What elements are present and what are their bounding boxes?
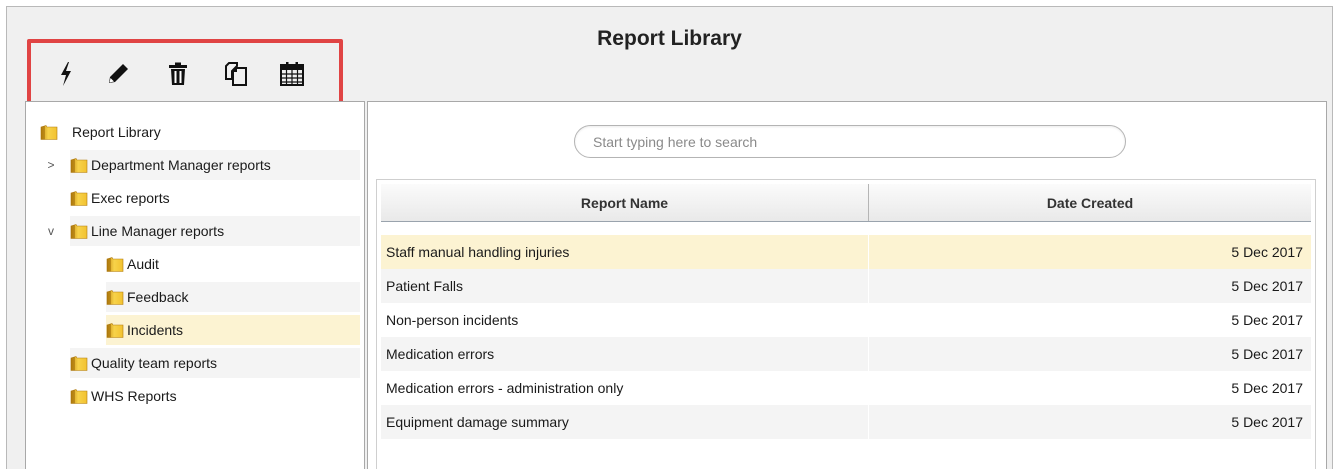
tree-item-label: Report Library [72,124,161,140]
tree-item-audit[interactable]: Audit [106,249,360,279]
tree-item-label: WHS Reports [91,388,177,404]
toolbar-highlight [27,39,343,105]
folder-icon [70,158,88,173]
tree-item-department-manager[interactable]: > Department Manager reports [47,150,360,180]
search-box [574,125,1126,158]
tree-item-label: Audit [127,256,159,272]
table-row[interactable]: Equipment damage summary 5 Dec 2017 [381,405,1311,439]
report-table: Report Name Date Created Staff manual ha… [376,179,1316,469]
report-list-pane: Report Name Date Created Staff manual ha… [367,101,1327,469]
report-name-cell: Staff manual handling injuries [381,235,869,269]
folder-icon [70,224,88,239]
folder-icon [70,191,88,206]
date-created-cell: 5 Dec 2017 [1231,414,1303,430]
date-created-cell: 5 Dec 2017 [1231,346,1303,362]
folder-icon [106,257,124,272]
lightning-icon[interactable] [51,59,81,89]
tree-item-label: Incidents [127,322,184,338]
tree-item-quality-team[interactable]: Quality team reports [70,348,360,378]
report-library-window: Report Library Report Library > Departme… [6,6,1333,469]
calendar-icon[interactable] [277,59,307,89]
tree-item-label: Exec reports [91,190,170,206]
pencil-icon[interactable] [103,59,133,89]
report-name-cell: Medication errors - administration only [381,371,869,405]
tree-item-whs[interactable]: WHS Reports [70,381,360,411]
folder-tree: Report Library > Department Manager repo… [25,101,365,469]
tree-item-label: Feedback [127,289,189,305]
table-row[interactable]: Staff manual handling injuries 5 Dec 201… [381,235,1311,269]
tree-item-label: Department Manager reports [91,157,271,173]
date-created-cell: 5 Dec 2017 [1231,244,1303,260]
folder-icon [106,323,124,338]
column-header-date-created[interactable]: Date Created [869,184,1311,221]
copy-icon[interactable] [221,59,251,89]
folder-icon [70,356,88,371]
tree-item-exec[interactable]: Exec reports [70,183,360,213]
column-header-report-name[interactable]: Report Name [381,184,869,221]
table-row[interactable]: Medication errors 5 Dec 2017 [381,337,1311,371]
date-created-cell: 5 Dec 2017 [1231,380,1303,396]
date-created-cell: 5 Dec 2017 [1231,278,1303,294]
report-name-cell: Medication errors [381,337,869,371]
report-name-cell: Patient Falls [381,269,869,303]
tree-item-line-manager[interactable]: v Line Manager reports [48,216,360,246]
folder-icon [70,389,88,404]
report-name-cell: Equipment damage summary [381,405,869,439]
tree-item-incidents[interactable]: Incidents [106,315,360,345]
trash-icon[interactable] [163,59,193,89]
tree-root[interactable]: Report Library [40,117,360,147]
tree-item-feedback[interactable]: Feedback [106,282,360,312]
search-input[interactable] [574,125,1126,158]
tree-item-label: Line Manager reports [91,223,225,239]
folder-icon [106,290,124,305]
chevron-right-icon[interactable]: > [44,158,58,172]
table-row[interactable]: Medication errors - administration only … [381,371,1311,405]
folder-icon [40,125,58,140]
table-row[interactable]: Non-person incidents 5 Dec 2017 [381,303,1311,337]
table-header: Report Name Date Created [381,184,1311,222]
tree-item-label: Quality team reports [91,355,218,371]
table-row[interactable]: Patient Falls 5 Dec 2017 [381,269,1311,303]
report-name-cell: Non-person incidents [381,303,869,337]
chevron-down-icon[interactable]: v [44,224,58,238]
date-created-cell: 5 Dec 2017 [1231,312,1303,328]
